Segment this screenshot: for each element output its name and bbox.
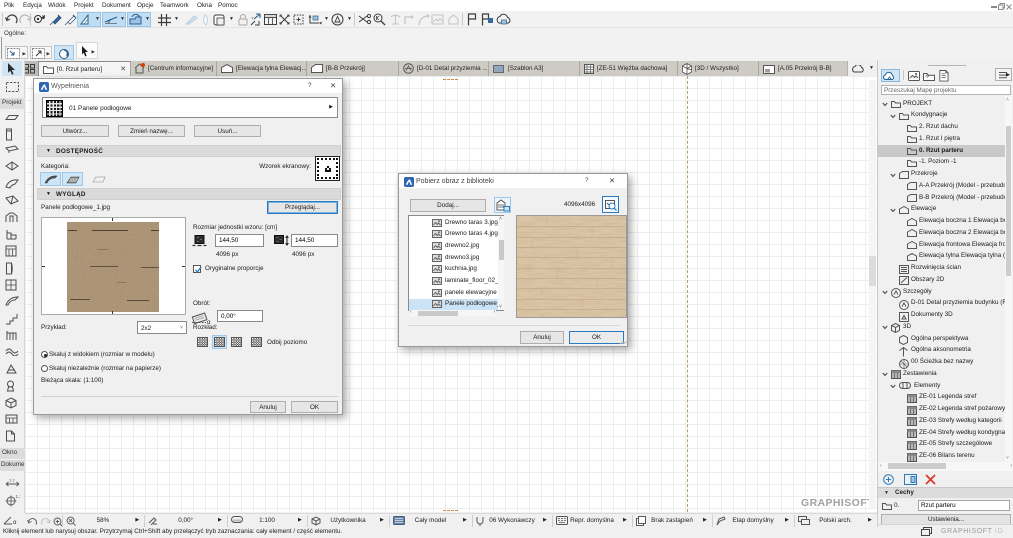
svg-text:α: α: [13, 520, 17, 525]
svg-text:1.2: 1.2: [16, 494, 21, 499]
svg-text:1.2: 1.2: [9, 478, 15, 483]
